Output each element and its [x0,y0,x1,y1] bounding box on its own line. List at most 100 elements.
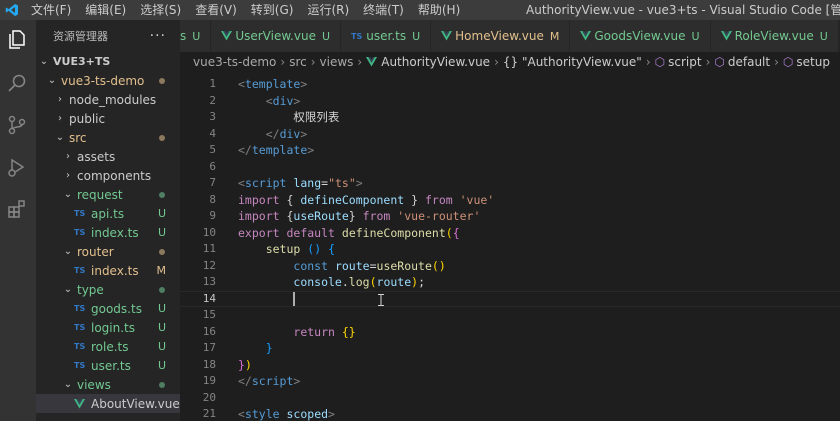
editor-tab[interactable]: UserView.vue U [211,20,342,52]
menu-item[interactable]: 查看(V) [188,0,244,20]
code-line[interactable]: const route=useRoute() [238,258,494,275]
file-item[interactable]: AboutView.vue [36,394,180,413]
code-token: 权限列表 [238,110,340,124]
code-token: scoped [286,407,329,421]
code-line[interactable]: </template> [238,142,494,159]
code-token: > [293,93,301,108]
folder-item[interactable]: ⌄ src [36,128,180,147]
breadcrumb-separator-icon: › [705,55,711,69]
breadcrumb-item[interactable]: src [289,55,307,69]
code-line[interactable]: </script> [238,373,494,390]
vue-file-icon [221,31,235,41]
tab-label: s [180,29,187,43]
code-line[interactable]: 权限列表 [238,109,494,126]
code-line[interactable]: <template> [238,76,494,93]
folder-item[interactable]: ⌄ request [36,185,180,204]
modified-dot [159,77,165,84]
breadcrumb-item[interactable]: {} "AuthorityView.vue" [503,55,642,69]
folder-item[interactable]: › node_modules [36,90,180,109]
breadcrumb-item[interactable]: script [668,55,701,69]
breadcrumb-item[interactable]: vue3-ts-demo [193,55,276,69]
editor-tab[interactable]: sU [180,20,212,52]
editor-tab[interactable]: TS user.ts U [341,20,432,52]
workspace-root[interactable]: ⌄ VUE3+TS [36,52,180,71]
more-actions-icon[interactable]: ··· [150,28,166,44]
explorer-icon[interactable] [4,26,30,52]
folder-item[interactable]: ⌄ views [36,375,180,394]
folder-item[interactable]: › assets [36,147,180,166]
code-token: {} [341,324,356,339]
menu-item[interactable]: 帮助(H) [411,0,467,20]
breadcrumb-item[interactable]: default [728,55,770,69]
search-icon[interactable] [4,70,30,96]
breadcrumb-item[interactable]: AuthorityView.vue [381,55,490,69]
typescript-file-icon: TS [74,209,86,218]
code-token: { [328,242,335,256]
menu-item[interactable]: 选择(S) [133,0,188,20]
editor-tab[interactable]: GoodsView.vue U [570,20,711,52]
folder-item[interactable]: ⌄ type [36,280,180,299]
menu-item[interactable]: 终端(T) [356,0,411,20]
code-token: } [238,357,245,372]
file-item[interactable]: TS index.ts M [36,261,180,280]
file-item[interactable]: TS role.ts U [36,337,180,356]
folder-item[interactable]: › public [36,109,180,128]
code-line[interactable]: import { defineComponent } from 'vue' [238,192,494,209]
status-dot [159,286,165,293]
code-token: </ [265,126,280,141]
code-line[interactable]: setup () { [238,241,494,258]
chevron-down-icon: ⌄ [55,132,65,143]
tree-item-label: src [69,130,87,145]
editor-tab[interactable]: HomeView.vue M [431,20,571,52]
code-line[interactable] [238,307,494,324]
chevron-down-icon: ⌄ [63,284,73,295]
code-line[interactable] [238,390,494,407]
code-line[interactable]: <div> [238,93,494,110]
folder-item[interactable]: ⌄ router [36,242,180,261]
code-line[interactable]: console.log(route); [238,274,494,291]
file-item[interactable]: TS index.ts U [36,223,180,242]
menu-item[interactable]: 转到(G) [244,0,301,20]
code-line[interactable] [238,159,494,176]
code-area[interactable]: <template> <div> 权限列表 </div> </template> <… [238,76,494,421]
code-line[interactable]: export default defineComponent({ [238,225,494,242]
project-folder[interactable]: ⌄ vue3-ts-demo [36,71,180,90]
extensions-icon[interactable] [4,196,30,222]
code-line[interactable]: </div> [238,126,494,143]
code-line[interactable]: <script lang="ts"> [238,175,494,192]
editor-tabs: s U UserView.vue U TS user.ts U HomeView.vue M Go… [180,20,840,52]
file-item[interactable]: TS user.ts U [36,356,180,375]
code-line[interactable]: import {useRoute} from 'vue-router' [238,208,494,225]
code-editor[interactable]: 1 2 3 4 5 6 7 8 9 10 11 12 13 14 15 16 17 18 19 20 21 <templ… [180,72,840,421]
typescript-file-icon: TS [74,266,86,275]
file-item[interactable]: TS api.ts U [36,204,180,223]
breadcrumb-item[interactable]: setup [796,55,830,69]
project-label: vue3-ts-demo [61,73,145,88]
source-control-icon[interactable] [4,112,30,138]
menu-item[interactable]: 运行(R) [300,0,356,20]
menu-item[interactable]: 编辑(E) [78,0,133,20]
code-token: template [251,143,308,157]
code-line[interactable]: } [238,340,494,357]
code-line[interactable]: <style scoped> [238,406,494,421]
code-token: { [452,225,460,240]
run-debug-icon[interactable] [4,154,30,180]
code-line[interactable]: }) [238,357,494,374]
workspace-label: VUE3+TS [53,55,111,68]
file-item[interactable]: TS goods.ts U [36,299,180,318]
code-token: useRoute [293,209,349,223]
status-dot [159,381,165,388]
code-token: ) [244,357,252,372]
code-line[interactable] [238,291,494,308]
code-line[interactable]: return {} [238,324,494,341]
breadcrumb-item[interactable]: views [320,55,354,69]
menu-item[interactable]: 文件(F) [24,0,78,20]
tab-label: user.ts [366,29,407,43]
editor-tab[interactable]: RoleView.vue U [710,20,839,52]
code-token: } [348,209,363,223]
tree-item-label: node_modules [69,92,157,107]
folder-item[interactable]: › components [36,166,180,185]
file-item[interactable]: TS login.ts U [36,318,180,337]
